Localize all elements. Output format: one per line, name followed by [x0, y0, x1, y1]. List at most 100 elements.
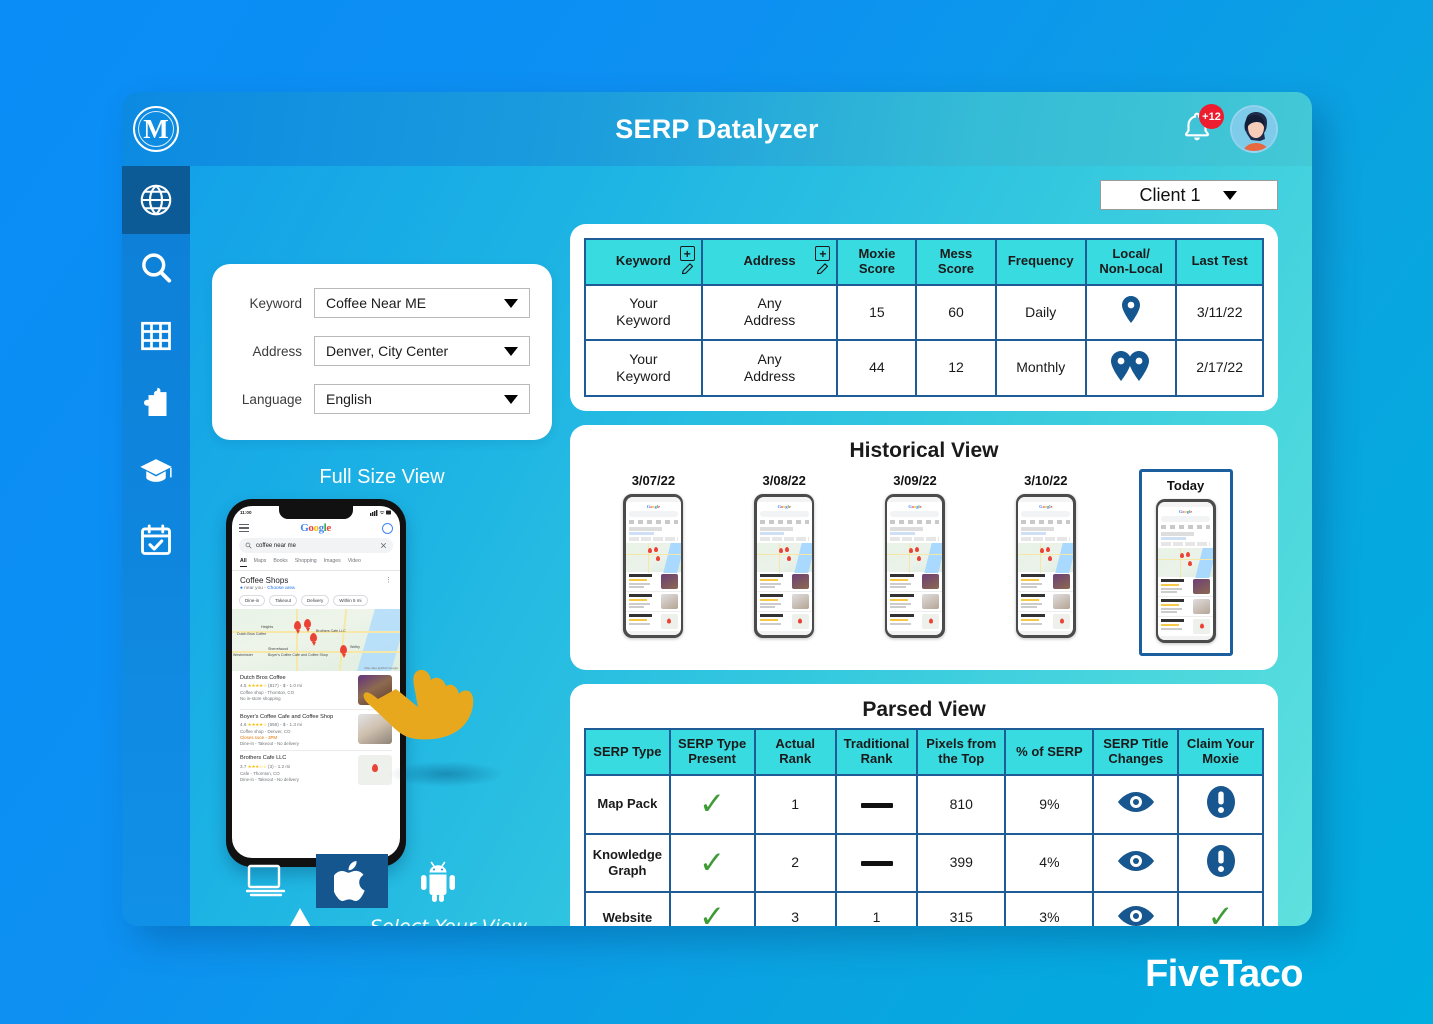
- snapshot-date: 3/09/22: [893, 473, 937, 489]
- phone-map[interactable]: Heights Dutch Bros Coffee Brothers Cafe …: [232, 609, 400, 671]
- list-item[interactable]: Brothers Cafe LLC 3.7 ★★★☆☆ (3) - 1.2 mi…: [240, 751, 392, 789]
- cell-claim-your-moxie[interactable]: [1177, 832, 1264, 894]
- sidebar-item-globe[interactable]: [122, 166, 190, 234]
- sidebar-item-learn[interactable]: [122, 438, 190, 506]
- cell-serp-type-present: ✓: [668, 891, 756, 926]
- cell-serp-title-changes[interactable]: [1092, 832, 1180, 894]
- sidebar-item-schedule[interactable]: [122, 506, 190, 574]
- sidebar-item-grid[interactable]: [122, 302, 190, 370]
- listing-meta: Coffee shop - Thornton, CO: [240, 690, 295, 696]
- choose-area-link[interactable]: Choose area: [267, 586, 294, 591]
- google-account-icon[interactable]: [382, 522, 393, 534]
- cell-serp-type-present: ✓: [668, 774, 756, 835]
- map-label-heights: Heights: [261, 625, 274, 629]
- list-item[interactable]: Dutch Bros Coffee 4.5 ★★★★☆ (817) - $ - …: [240, 671, 392, 710]
- table-row[interactable]: Your Keyword Any Address 44 12 Monthly 2…: [584, 338, 1264, 398]
- chip-delivery[interactable]: Delivery: [301, 595, 330, 606]
- cell-last-test: 3/11/22: [1175, 283, 1264, 341]
- apple-icon: [334, 861, 365, 902]
- filter-row-address: Address Denver, City Center: [234, 336, 530, 366]
- close-icon[interactable]: [380, 542, 387, 549]
- cell-moxie-score: 15: [836, 283, 918, 341]
- col-moxie-score: Moxie Score: [836, 238, 918, 286]
- cell-serp-title-changes[interactable]: [1092, 891, 1180, 926]
- chip-takeout[interactable]: Takeout: [269, 595, 298, 606]
- phone-search-query: coffee near me: [256, 542, 296, 549]
- check-icon: ✓: [1207, 899, 1234, 926]
- device-option-desktop[interactable]: [230, 854, 302, 908]
- cell-local-non-local[interactable]: [1084, 338, 1178, 398]
- client-select[interactable]: Client 1: [1100, 180, 1278, 210]
- address-select[interactable]: Denver, City Center: [314, 336, 530, 366]
- historical-snapshot-1[interactable]: 3/08/22 Google: [746, 469, 822, 644]
- tab-images[interactable]: Images: [324, 558, 341, 567]
- hand-cursor-shadow: [388, 761, 504, 787]
- cell-serp-type: Knowledge Graph: [584, 832, 671, 894]
- historical-snapshot-2[interactable]: 3/09/22 Google: [877, 469, 953, 644]
- hamburger-menu-icon[interactable]: [239, 522, 249, 534]
- cell-pixels-from-top: 315: [916, 891, 1007, 926]
- cell-pixels-from-top: 399: [916, 832, 1007, 894]
- tab-video[interactable]: Video: [348, 558, 361, 567]
- filter-row-keyword: Keyword Coffee Near ME: [234, 288, 530, 318]
- phone-search-field[interactable]: coffee near me: [239, 538, 393, 553]
- exclamation-icon: [1206, 844, 1235, 877]
- table-row[interactable]: Map Pack ✓ 1 810 9%: [584, 774, 1264, 835]
- language-select-value: English: [326, 391, 372, 407]
- language-label: Language: [241, 391, 302, 407]
- col-address-label: Address: [743, 253, 796, 269]
- chip-within-5-mi[interactable]: Within 5 mi: [333, 595, 368, 606]
- table-row[interactable]: Knowledge Graph ✓ 2 399 4%: [584, 832, 1264, 894]
- table-row[interactable]: Your Keyword Any Address 15 60 Daily 3/1…: [584, 283, 1264, 341]
- kebab-menu-icon[interactable]: ⋮: [385, 576, 392, 585]
- add-address-button[interactable]: +: [815, 246, 831, 261]
- cell-percent-of-serp: 9%: [1004, 774, 1095, 835]
- avatar[interactable]: [1230, 105, 1278, 153]
- historical-snapshot-0[interactable]: 3/07/22 Google: [615, 469, 691, 644]
- pencil-icon[interactable]: [815, 262, 830, 277]
- add-keyword-button[interactable]: +: [679, 246, 695, 261]
- chevron-down-icon: [504, 298, 518, 308]
- historical-snapshot-3[interactable]: 3/10/22 Google: [1008, 469, 1084, 644]
- col-frequency: Frequency: [994, 238, 1087, 286]
- app-header: M SERP Datalyzer +12: [122, 92, 1312, 166]
- device-option-android[interactable]: [402, 854, 474, 908]
- device-option-apple[interactable]: [316, 854, 388, 908]
- brand-logo[interactable]: M: [122, 106, 190, 152]
- keyword-select[interactable]: Coffee Near ME: [314, 288, 530, 318]
- check-icon: ✓: [699, 844, 726, 881]
- tab-all[interactable]: All: [240, 558, 247, 567]
- page-title: SERP Datalyzer: [615, 113, 819, 144]
- col-local-non-local: Local/ Non-Local: [1084, 238, 1178, 286]
- sidebar-item-puzzle[interactable]: [122, 370, 190, 438]
- historical-snapshot-strip: 3/07/22 Google 3/08/22 Google 3/09/22 Go…: [584, 469, 1264, 657]
- exclamation-icon: [1206, 786, 1235, 819]
- snapshot-date: 3/10/22: [1024, 473, 1068, 489]
- address-select-value: Denver, City Center: [326, 343, 449, 359]
- mini-phone-mockup: Google: [623, 494, 684, 639]
- pencil-icon[interactable]: [680, 262, 695, 277]
- list-item[interactable]: Boyer's Coffee Cafe and Coffee Shop 4.6 …: [240, 710, 392, 752]
- eye-icon: [1117, 850, 1154, 871]
- cell-claim-your-moxie[interactable]: [1177, 774, 1264, 835]
- table-row[interactable]: Website ✓ 3 1 315 3% ✓: [584, 891, 1264, 926]
- language-select[interactable]: English: [314, 384, 530, 414]
- keyword-select-value: Coffee Near ME: [326, 295, 427, 311]
- star-rating-icon: ★★★☆☆: [247, 763, 267, 769]
- tab-maps[interactable]: Maps: [254, 558, 267, 567]
- tab-shopping[interactable]: Shopping: [295, 558, 317, 567]
- chip-dine-in[interactable]: Dine-in: [239, 595, 266, 606]
- map-label-welby: Welby: [350, 645, 360, 649]
- notification-badge: +12: [1199, 104, 1224, 129]
- full-size-view-label: Full Size View: [319, 466, 445, 488]
- notifications-button[interactable]: +12: [1180, 104, 1224, 148]
- historical-snapshot-today[interactable]: Today Google: [1138, 469, 1233, 657]
- tab-books[interactable]: Books: [273, 558, 287, 567]
- sidebar-item-search[interactable]: [122, 234, 190, 302]
- col-serp-title-changes: SERP Title Changes: [1092, 728, 1180, 777]
- cell-serp-title-changes[interactable]: [1092, 774, 1180, 835]
- phone-mockup[interactable]: 11:00 Google coffee near me All Maps Boo…: [226, 499, 406, 867]
- cell-claim-your-moxie[interactable]: ✓: [1177, 891, 1264, 926]
- snapshot-date: 3/08/22: [762, 473, 806, 489]
- cell-local-non-local[interactable]: [1084, 283, 1178, 341]
